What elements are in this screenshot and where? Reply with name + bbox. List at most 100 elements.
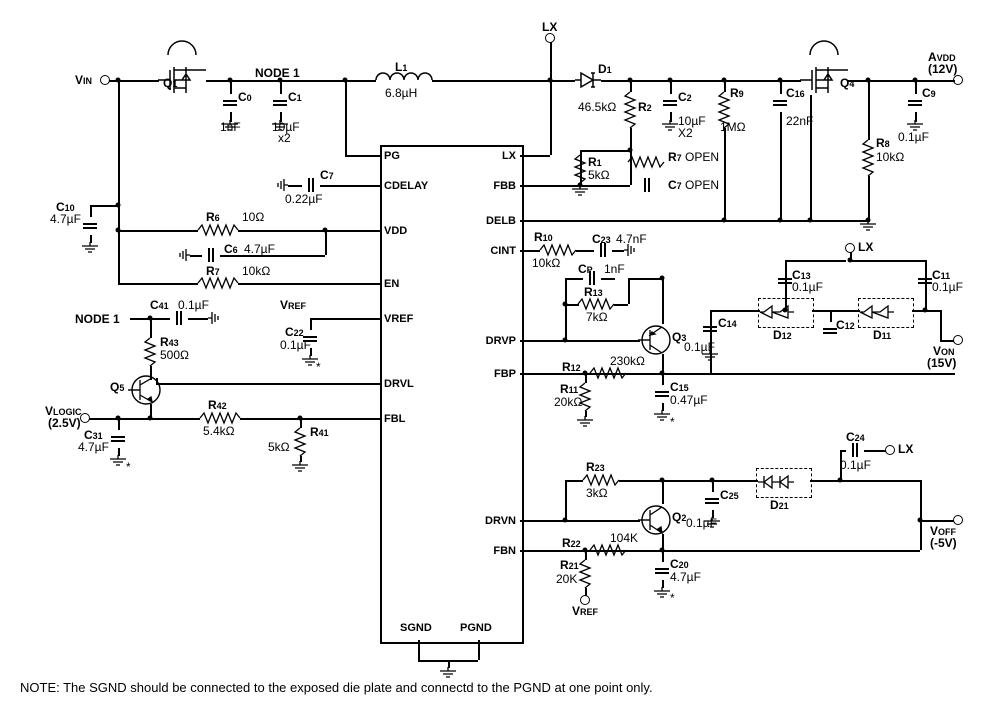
val-r8: 10kΩ xyxy=(876,150,904,164)
label-c20: C20 xyxy=(670,557,689,571)
gnd-c7 xyxy=(274,179,288,193)
label-c15: C15 xyxy=(670,380,689,394)
gnd-r11 xyxy=(577,416,593,428)
label-vref-bot: VREF xyxy=(572,604,598,618)
label-d1: D1 xyxy=(598,62,612,76)
pin-sgnd: SGND xyxy=(400,622,432,634)
bjt-q5 xyxy=(128,372,164,408)
val-r13: 7kΩ xyxy=(586,310,608,324)
note-text: NOTE: The SGND should be connected to th… xyxy=(20,680,653,695)
pin-fbl: FBL xyxy=(384,413,424,425)
val-cp: 1nF xyxy=(604,262,625,276)
label-q4: Q4 xyxy=(840,76,854,90)
label-c0: C0 xyxy=(238,90,252,104)
cap-c6 xyxy=(202,248,220,262)
val-c23: 4.7nF xyxy=(616,232,647,246)
cap-c31 xyxy=(111,430,125,448)
mult-c1: x2 xyxy=(278,131,291,145)
res-r7open xyxy=(628,155,664,169)
cap-c7 xyxy=(302,178,320,192)
cap-c16 xyxy=(773,94,787,112)
label-d12: D12 xyxy=(773,328,792,342)
val-r11: 20kΩ xyxy=(554,395,582,409)
label-r42: R42 xyxy=(208,398,227,412)
label-avdd-val: (12V) xyxy=(928,62,957,76)
label-c12: C12 xyxy=(836,318,855,332)
gnd-c20 xyxy=(654,587,670,599)
label-von-val: (15V) xyxy=(927,356,956,370)
label-d11: D11 xyxy=(873,328,891,342)
val-r43: 500Ω xyxy=(160,348,189,362)
val-c41: 0.1µF xyxy=(178,298,209,312)
pin-delb: DELB xyxy=(476,215,516,227)
label-c22: C22 xyxy=(285,325,304,339)
label-r9: R9 xyxy=(730,86,744,100)
gnd-main xyxy=(440,667,456,679)
label-r7: R7 xyxy=(206,264,220,278)
cap-c24 xyxy=(846,443,864,457)
label-r11: R11 xyxy=(560,382,578,396)
label-r43: R43 xyxy=(160,335,179,349)
pin-fbb: FBB xyxy=(480,180,516,192)
label-d21: D21 xyxy=(770,498,789,512)
star-c31: * xyxy=(126,460,131,474)
val-r21: 20K xyxy=(556,572,577,586)
gnd-r8 xyxy=(860,220,876,232)
val-r2: 46.5kΩ xyxy=(578,100,616,114)
val-c31: 4.7µF xyxy=(78,440,109,454)
label-r12: R12 xyxy=(562,360,581,374)
label-q5: Q5 xyxy=(110,380,124,394)
res-r43 xyxy=(143,338,157,366)
label-c23: C23 xyxy=(592,232,611,246)
label-q1: Q1 xyxy=(163,76,177,90)
gnd-c2 xyxy=(662,120,678,132)
label-r21: R21 xyxy=(560,558,579,572)
pin-drvl: DRVL xyxy=(384,378,424,390)
cap-c15 xyxy=(655,385,669,403)
val-r42: 5.4kΩ xyxy=(203,424,235,438)
label-lx-mid: LX xyxy=(858,240,873,254)
label-r23: R23 xyxy=(586,460,605,474)
mult-c2: X2 xyxy=(678,126,693,140)
circuit-schematic: PG CDELAY VDD EN VREF DRVL FBL LX FBB DE… xyxy=(20,20,980,691)
val-r23: 3kΩ xyxy=(586,486,608,500)
val-r1: 5kΩ xyxy=(588,168,610,182)
val-c10: 4.7µF xyxy=(50,212,81,226)
cap-c41 xyxy=(170,311,188,325)
res-r8 xyxy=(861,140,875,176)
res-r42 xyxy=(200,411,240,425)
pin-lx: LX xyxy=(480,150,516,162)
cap-c25 xyxy=(705,492,719,510)
gnd-r1 xyxy=(572,185,588,197)
val-r10: 10kΩ xyxy=(532,256,560,270)
val-c25: 0.1µF xyxy=(686,516,717,530)
val-c20: 4.7µF xyxy=(670,570,701,584)
pin-vdd: VDD xyxy=(384,225,424,237)
res-r12 xyxy=(590,366,626,380)
label-vin: VIN xyxy=(75,73,92,87)
diodes-d11-svg xyxy=(860,302,910,322)
label-c6: C6 xyxy=(224,242,238,256)
pin-drvn: DRVN xyxy=(474,515,516,527)
val-r6: 10Ω xyxy=(242,210,264,224)
gnd-c31 xyxy=(110,455,126,467)
pin-fbp: FBP xyxy=(480,368,516,380)
pin-vref: VREF xyxy=(384,313,424,325)
label-c41: C41 xyxy=(150,298,169,312)
pin-cdelay: CDELAY xyxy=(384,180,444,192)
val-c11: 0.1µF xyxy=(932,280,963,294)
label-r41: R41 xyxy=(310,425,329,439)
res-r1 xyxy=(573,155,587,183)
cap-c20 xyxy=(655,562,669,580)
cap-c11 xyxy=(918,272,932,290)
diodes-d21-svg xyxy=(758,472,808,492)
star-c15: * xyxy=(670,415,675,429)
star-c20: * xyxy=(670,591,675,605)
label-c14: C14 xyxy=(718,316,737,330)
terminal-lx-mid2 xyxy=(885,445,895,455)
label-c16: C16 xyxy=(786,86,805,100)
res-r13 xyxy=(578,297,614,311)
label-lx-top: LX xyxy=(542,20,557,34)
val-c9: 0.1µF xyxy=(898,130,929,144)
val-c6: 4.7µF xyxy=(244,242,275,256)
